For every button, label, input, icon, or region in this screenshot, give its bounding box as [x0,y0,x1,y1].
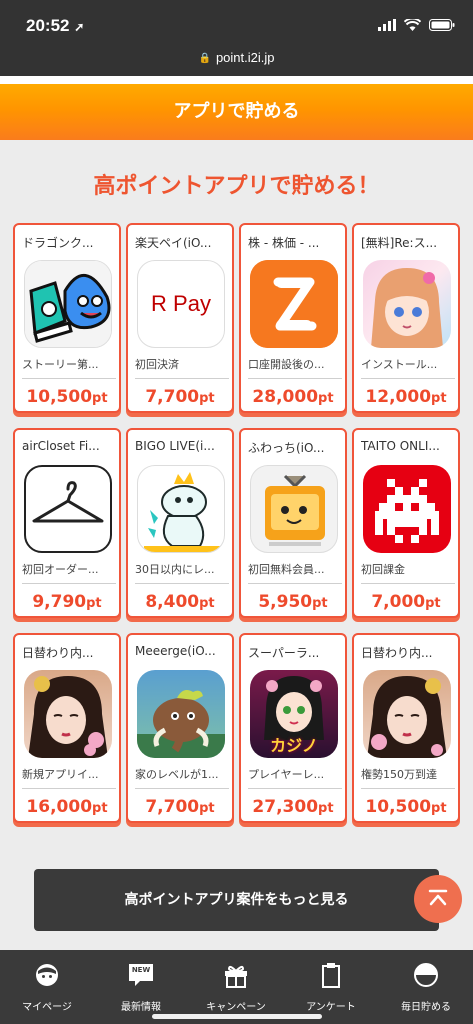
tab-mypage[interactable]: マイページ [0,950,94,1024]
app-points: 27,300pt [252,797,334,817]
tab-label: キャンペーン [206,1002,266,1013]
app-card[interactable]: ドラゴンク... ストーリー第... 10,500pt [13,223,121,413]
app-card[interactable]: BIGO LIVE(i... 30日以内にレ... 8,400pt [126,428,234,618]
gift-icon [225,965,247,988]
tab-label: アンケート [306,1002,356,1013]
app-desc: 口座開設後の... [248,356,342,379]
app-card[interactable]: 日替わり内... 権勢150万到達 10,500pt [352,633,460,823]
stock-app-icon [250,260,338,348]
app-points: 7,700pt [145,797,215,817]
app-name: 楽天ペイ(iO... [135,236,212,250]
geisha-portrait-icon [24,670,112,758]
app-desc: プレイヤーレ... [248,766,342,789]
app-points: 12,000pt [365,387,447,407]
news-badge: NEW [131,966,151,974]
app-desc: 初回課金 [361,561,455,584]
home-indicator [152,1014,322,1019]
app-points: 7,000pt [371,592,441,612]
status-time-text: 20:52 [26,16,70,35]
tab-campaign[interactable]: キャンペーン [189,950,283,1024]
tab-survey[interactable]: アンケート [284,950,378,1024]
app-card[interactable]: airCloset Fi... 初回オーダー... 9,790pt [13,428,121,618]
app-name: 株 - 株価 - ... [248,236,320,250]
app-desc: 家のレベルが1... [135,766,229,789]
casino-label: カジノ [270,736,318,755]
app-name: TAITO ONLI... [361,439,440,453]
app-name: Meeerge(iO... [135,644,216,658]
casino-girl-icon: カジノ [250,670,338,758]
mypage-face-icon [36,964,58,986]
clipboard-icon [322,963,340,988]
app-card[interactable]: Meeerge(iO... 家のレベルが1... 7,700pt [126,633,234,823]
page-banner: アプリで貯める [0,84,473,140]
app-name: 日替わり内... [22,646,94,660]
tab-label: 毎日貯める [401,1002,451,1013]
app-name: 日替わり内... [361,646,433,660]
tab-label: マイページ [22,1002,72,1013]
hanger-icon [24,465,112,553]
tab-news[interactable]: NEW 最新情報 [94,950,188,1024]
app-desc: 権勢150万到達 [361,766,455,789]
app-points: 16,000pt [26,797,108,817]
status-time: 20:52 ➚ [26,16,85,35]
app-name: airCloset Fi... [22,439,100,453]
slime-sneaker-icon [24,260,112,348]
tab-daily[interactable]: 毎日貯める [379,950,473,1024]
bottom-tab-bar: マイページ NEW 最新情報 キャンペーン アンケート 毎日貯める [0,950,473,1024]
app-points: 8,400pt [145,592,215,612]
app-points: 7,700pt [145,387,215,407]
app-name: ふわっち(iO... [248,441,325,455]
app-desc: 新規アプリイ... [22,766,116,789]
app-name: BIGO LIVE(i... [135,439,215,453]
app-card[interactable]: [無料]Re:ス... インストール... 12,000pt [352,223,460,413]
status-icons [378,19,455,31]
mammoth-icon [137,670,225,758]
app-name: [無料]Re:ス... [361,236,438,250]
app-desc: ストーリー第... [22,356,116,379]
wifi-icon [404,19,421,31]
app-desc: 初回無料会員... [248,561,342,584]
app-card[interactable]: TAITO ONLI... 初回課金 7,000pt [352,428,460,618]
rakuten-pay-icon: R Pay [137,260,225,348]
app-points: 10,500pt [26,387,108,407]
app-card[interactable]: スーパーラ... カジノ プレイヤーレ... 27,300pt [239,633,347,823]
more-apps-button[interactable]: 高ポイントアプリ案件をもっと見る [34,869,439,931]
app-name: ドラゴンク... [22,236,94,250]
app-points: 10,500pt [365,797,447,817]
app-points: 9,790pt [32,592,102,612]
space-invader-icon [363,465,451,553]
bigo-dino-icon [137,465,225,553]
scroll-to-top-button[interactable] [414,875,462,923]
app-card[interactable]: 日替わり内... 新規アプリイ... 16,000pt [13,633,121,823]
app-name: スーパーラ... [248,646,320,660]
chevron-up-icon [428,889,448,906]
battery-icon [429,19,455,31]
app-desc: インストール... [361,356,455,379]
lock-icon: 🔒 [198,53,211,64]
tab-label: 最新情報 [121,1002,161,1013]
app-desc: 初回オーダー... [22,561,116,584]
app-desc: 初回決済 [135,356,229,379]
app-card[interactable]: 株 - 株価 - ... 口座開設後の... 28,000pt [239,223,347,413]
url-text: point.i2i.jp [215,50,275,65]
url-bar[interactable]: 🔒 point.i2i.jp [0,50,473,76]
app-points: 5,950pt [258,592,328,612]
app-card[interactable]: ふわっち(iO... 初回無料会員... 5,950pt [239,428,347,618]
app-points: 28,000pt [252,387,334,407]
header-divider [0,76,473,84]
status-bar: 20:52 ➚ [0,0,473,50]
section-title: 高ポイントアプリで貯める！ [93,174,380,199]
app-card[interactable]: 楽天ペイ(iO... R Pay 初回決済 7,700pt [126,223,234,413]
half-circle-icon [414,963,438,987]
geisha-portrait-icon [363,670,451,758]
app-desc: 30日以内にレ... [135,561,229,584]
fuwatch-tv-icon [250,465,338,553]
signal-icon [378,19,396,31]
anime-girl-icon [363,260,451,348]
